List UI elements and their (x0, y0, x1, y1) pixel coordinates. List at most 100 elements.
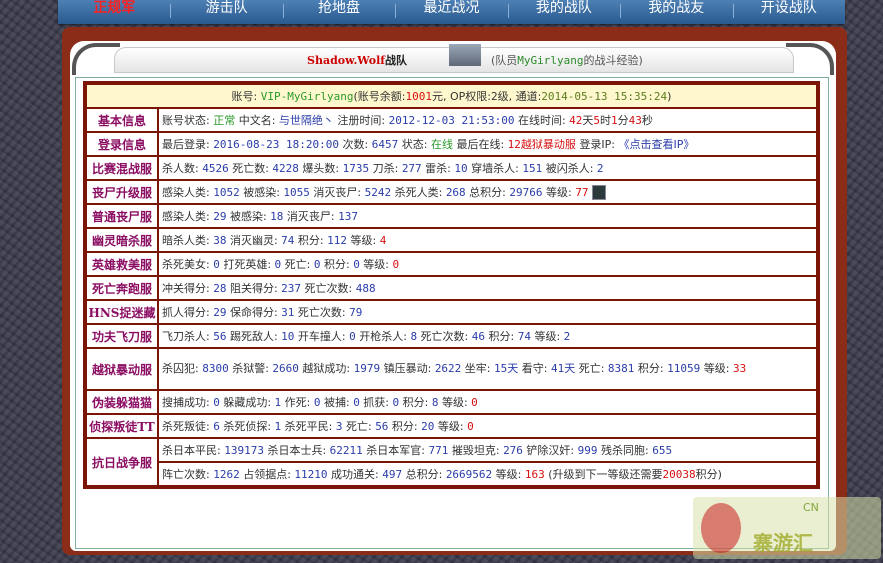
stat-value: 2 (563, 330, 571, 343)
nav-recent-battles[interactable]: 最近战况 (395, 0, 507, 20)
stat-label-text: 抓人得分: (162, 306, 214, 319)
nav-my-comrades[interactable]: 我的战友 (620, 0, 732, 20)
stat-value: 10 (454, 162, 468, 175)
stat-label-text: 阵亡次数: (162, 468, 214, 481)
member-exp-prefix: (队员 (491, 54, 518, 67)
watermark-text: 寨游汇 (753, 531, 813, 555)
stat-value: 497 (382, 468, 403, 481)
stat-label-text: 杀日本军官: (362, 444, 429, 457)
stat-value: 56 (213, 330, 227, 343)
stats-row: 伪装躲猫猫 搜捕成功: 0 躲藏成功: 1 作死: 0 被捕: 0 抓获: 0 积… (86, 390, 817, 414)
stats-row: 越狱暴动服 杀囚犯: 8300 杀狱警: 2660 越狱成功: 1979 镇压暴动… (86, 348, 817, 390)
stats-values: 杀人数: 4526 死亡数: 4228 爆头数: 1735 刀杀: 277 雷杀… (158, 156, 817, 180)
stat-value: 0 (213, 258, 220, 271)
stat-label-text: 积分: (399, 396, 432, 409)
stat-label-text: 账号状态: (162, 114, 214, 127)
op-unit: 级, 通道: (497, 90, 542, 103)
server-label: 幽灵暗杀服 (86, 228, 158, 252)
stat-label-text: 铲除汉奸: (522, 444, 578, 457)
stats-values: 最后登录: 2016-08-23 18:20:00 次数: 6457 状态: 在… (158, 132, 817, 156)
nav-open-team[interactable]: 开设战队 (732, 0, 845, 20)
stat-value: 268 (445, 185, 466, 199)
stat-value: 163 (524, 468, 545, 481)
stat-label-text: (升级到下一等级还需要 (544, 468, 663, 481)
stat-value: 1262 (213, 468, 240, 481)
stat-value: 46 (471, 330, 486, 343)
stat-label-text: 杀日本士兵: (263, 444, 330, 457)
stat-value: 488 (355, 282, 376, 295)
stat-label-text: 镇压暴动: (380, 362, 435, 375)
stats-row: 功夫飞刀服 飞刀杀人: 56 踢死敌人: 10 开车撞人: 0 开枪杀人: 8 死… (86, 324, 817, 348)
stat-label-text: 消灭丧尸: (309, 185, 365, 199)
stat-label-text: 阻关得分: (226, 282, 282, 295)
op-level: 2 (490, 90, 498, 103)
member-name: MyGirlyang (517, 54, 584, 67)
nav-grab-territory[interactable]: 抢地盘 (282, 0, 395, 20)
top-nav: 正规军 游击队 抢地盘 最近战况 我的战队 我的战友 开设战队 (58, 0, 845, 24)
stat-value: 29 (213, 306, 227, 319)
stat-value: 10 (281, 330, 295, 343)
stats-row: 侦探叛徒TT 杀死叛徒: 6 杀死侦探: 1 杀死平民: 3 死亡: 56 积分:… (86, 414, 817, 438)
stat-value: 2 (596, 162, 604, 175)
stats-table: 账号: VIP-MyGirlyang(账号余额:1001元, OP权限:2级, … (83, 81, 820, 489)
stat-label-text: 杀囚犯: (162, 362, 203, 375)
stat-value: 0 (213, 396, 220, 409)
stat-label-text: 等级: (359, 258, 393, 271)
stats-values: 杀囚犯: 8300 杀狱警: 2660 越狱成功: 1979 镇压暴动: 262… (158, 348, 817, 390)
nav-guerrilla[interactable]: 游击队 (170, 0, 282, 20)
server-label: 侦探叛徒TT (86, 414, 158, 438)
stat-value: 0 (353, 396, 360, 409)
account-close: ) (667, 90, 672, 103)
stats-values: 飞刀杀人: 56 踢死敌人: 10 开车撞人: 0 开枪杀人: 8 死亡次数: … (158, 324, 817, 348)
stat-value: 2669562 (445, 468, 493, 481)
stats-values: 冲关得分: 28 阻关得分: 237 死亡次数: 488 (158, 276, 817, 300)
server-label: 越狱暴动服 (86, 348, 158, 390)
stat-value: 79 (349, 306, 363, 319)
stat-value: 999 (577, 444, 598, 457)
stat-value: 38 (213, 234, 227, 247)
stat-value: 74 (281, 234, 295, 247)
panel-inner: Shadow.Wolf战队 (队员MyGirlyang的战斗经验) 账号: VI… (70, 41, 836, 551)
stat-value: 2016-08-23 18:20:00 (213, 138, 340, 151)
stat-value: 20 (421, 420, 435, 433)
server-label: 丧尸升级服 (86, 180, 158, 204)
stat-value: 237 (281, 282, 302, 295)
stat-value: 139173 (224, 444, 264, 457)
stats-row: 抗日战争服 杀日本平民: 139173 杀日本士兵: 62211 杀日本军官: 7… (86, 438, 817, 486)
stat-label-text: 踢死敌人: (226, 330, 282, 343)
wolf-emblem-icon (449, 44, 481, 66)
stat-label-text: 积分: (388, 420, 422, 433)
stat-label-text: 积分: (294, 234, 328, 247)
stats-values: 感染人类: 29 被感染: 18 消灭丧尸: 137 (158, 204, 817, 228)
stat-label-text: 死亡: (575, 362, 608, 375)
stat-value: 15天 (494, 362, 519, 375)
stats-values: 搜捕成功: 0 躲藏成功: 1 作死: 0 被捕: 0 抓获: 0 积分: 8 … (158, 390, 817, 414)
stat-label-text: 搜捕成功: (162, 396, 214, 409)
stat-label-text: 雷杀: (421, 162, 455, 175)
stats-row: 死亡奔跑服 冲关得分: 28 阻关得分: 237 死亡次数: 488 (86, 276, 817, 300)
stats-container: 账号: VIP-MyGirlyang(账号余额:1001元, OP权限:2级, … (75, 77, 829, 549)
stat-label-text: 等级: (438, 396, 472, 409)
stats-row: 英雄救美服 杀死美女: 0 打死英雄: 0 死亡: 0 积分: 0 等级: 0 (86, 252, 817, 276)
stat-value: 2660 (272, 362, 299, 375)
server-label: 伪装躲猫猫 (86, 390, 158, 414)
stat-label-text: 作死: (281, 396, 314, 409)
stat-value: 1979 (353, 362, 381, 375)
stat-value: 0 (392, 258, 400, 271)
stat-label-text: 开车撞人: (294, 330, 350, 343)
nav-my-team[interactable]: 我的战队 (507, 0, 620, 20)
nav-regular-army[interactable]: 正规军 (58, 0, 170, 20)
server-label: 基本信息 (86, 108, 158, 132)
stat-value: 20038 (662, 468, 696, 481)
stat-label-text: 成功通关: (327, 468, 383, 481)
stat-label-text: 暗杀人类: (162, 234, 214, 247)
stat-value: 655 (652, 444, 673, 457)
stat-value: 11059 (667, 362, 701, 375)
stats-values: 账号状态: 正常 中文名: 与世隔绝丶 注册时间: 2012-12-03 21:… (158, 108, 817, 132)
stat-label-text: 状态: (398, 138, 431, 151)
stat-value: 0 (471, 396, 478, 409)
balance-unit: 元, OP权限: (431, 90, 491, 103)
stat-value: 1 (611, 114, 618, 127)
main-panel: Shadow.Wolf战队 (队员MyGirlyang的战斗经验) 账号: VI… (62, 27, 847, 555)
stat-label-text: 死亡: (281, 258, 314, 271)
